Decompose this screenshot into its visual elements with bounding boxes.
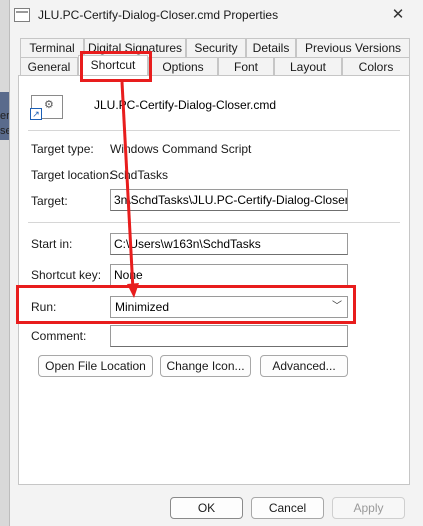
tab-previous-versions[interactable]: Previous Versions <box>296 38 410 58</box>
tab-details[interactable]: Details <box>246 38 296 58</box>
shortcut-key-field[interactable]: None <box>110 264 348 286</box>
tab-options[interactable]: Options <box>148 57 218 77</box>
target-field[interactable]: 3n\SchdTasks\JLU.PC-Certify-Dialog-Close… <box>110 189 348 211</box>
tab-security[interactable]: Security <box>186 38 246 58</box>
window-icon <box>14 8 30 22</box>
comment-field[interactable] <box>110 325 348 347</box>
tab-layout[interactable]: Layout <box>274 57 342 77</box>
properties-window: JLU.PC-Certify-Dialog-Closer.cmd Propert… <box>9 0 423 526</box>
tab-colors[interactable]: Colors <box>342 57 410 77</box>
file-name: JLU.PC-Certify-Dialog-Closer.cmd <box>94 98 277 112</box>
comment-label: Comment: <box>31 329 87 343</box>
target-location-label: Target location: <box>31 168 113 182</box>
shortcut-file-icon: ⚙ ↗ <box>30 95 63 120</box>
window-title: JLU.PC-Certify-Dialog-Closer.cmd Propert… <box>38 8 279 22</box>
divider <box>28 130 400 131</box>
close-icon[interactable]: ✕ <box>388 4 408 26</box>
title-bar: JLU.PC-Certify-Dialog-Closer.cmd Propert… <box>10 0 423 32</box>
gear-icon: ⚙ <box>44 99 54 111</box>
tab-terminal[interactable]: Terminal <box>20 38 84 58</box>
shortcut-arrow-icon: ↗ <box>30 108 42 120</box>
tab-general[interactable]: General <box>20 57 78 77</box>
target-type-label: Target type: <box>31 142 94 156</box>
background-window-edge: er se <box>0 0 12 526</box>
run-row-highlight <box>16 285 356 324</box>
shortcut-tab-highlight <box>80 51 152 82</box>
change-icon-button[interactable]: Change Icon... <box>160 355 251 377</box>
target-location-value: SchdTasks <box>110 168 169 182</box>
target-type-value: Windows Command Script <box>110 142 252 156</box>
target-label: Target: <box>31 194 68 208</box>
ok-button[interactable]: OK <box>170 497 243 519</box>
tab-font[interactable]: Font <box>218 57 274 77</box>
shortcut-key-label: Shortcut key: <box>31 268 102 282</box>
start-in-field[interactable]: C:\Users\w163n\SchdTasks <box>110 233 348 255</box>
cancel-button[interactable]: Cancel <box>251 497 324 519</box>
apply-button[interactable]: Apply <box>332 497 405 519</box>
open-file-location-button[interactable]: Open File Location <box>38 355 153 377</box>
start-in-label: Start in: <box>31 237 73 251</box>
advanced-button[interactable]: Advanced... <box>260 355 348 377</box>
divider <box>28 222 400 223</box>
